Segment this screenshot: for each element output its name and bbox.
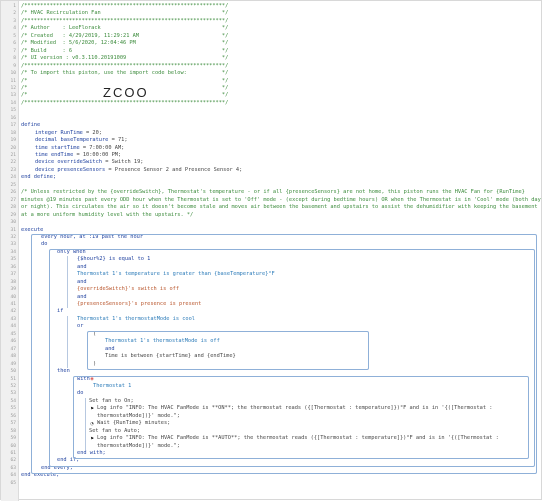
header-comment: /* HVAC Recirculation Fan */ [21, 10, 229, 17]
do-guide [85, 397, 86, 450]
header-comment: /* Build : 6 */ [21, 47, 229, 54]
statement-text: execute [21, 226, 44, 233]
header-comment: /* Author : LeeFlorack */ [21, 25, 229, 32]
header-comment: /***************************************… [21, 17, 229, 24]
if-condition-guide [67, 315, 68, 369]
define-end: end define; [21, 174, 56, 181]
description-line: at a more uniform humidity level with th… [21, 212, 193, 219]
description-comment: at a more uniform humidity level with th… [21, 211, 194, 218]
var-value: = Presence Sensor 2 and Presence Sensor … [105, 166, 243, 173]
header-comment: /* Created : 4/29/2019, 11:29:21 AM */ [21, 32, 229, 39]
header-comment: /***************************************… [21, 3, 229, 9]
var-value: = 71; [108, 137, 128, 144]
variable-declaration: decimal baseTemperature = 71; [35, 137, 128, 144]
header-line: /* To import this piston, use the import… [21, 70, 228, 77]
header-line: /* Modified : 5/6/2020, 12:04:46 PM */ [21, 40, 228, 47]
variable-declaration: integer RunTime = 20; [35, 130, 102, 137]
var-name: endTime [50, 152, 74, 158]
header-line: /***************************************… [21, 63, 228, 70]
var-name: RunTime [60, 129, 83, 136]
header-line: /* HVAC Recirculation Fan */ [21, 10, 228, 17]
var-type: device [35, 159, 55, 166]
code-area: /***************************************… [1, 1, 542, 501]
description-comment: or night). This circulates the air so it… [21, 204, 538, 211]
variable-declaration: time endTime = 10:00:00 PM; [35, 152, 121, 159]
header-line: /* */ [21, 78, 228, 85]
var-value: = 10:00:00 PM; [73, 152, 122, 158]
keyword: end define; [21, 174, 57, 181]
header-comment: /***************************************… [21, 99, 229, 106]
import-code: ZCOO [103, 85, 149, 100]
description-comment: /* Unless restricted by the {overrideSwi… [21, 189, 525, 196]
description-line: or night). This circulates the air so it… [21, 204, 538, 211]
piston-viewer: 1 2 3 4 5 6 7 8 9 10 11 12 13 14 15 16 17 18 19 20 21 22 23 24 2… [0, 0, 542, 501]
var-value: = 20; [82, 129, 102, 136]
var-name: baseTemperature [60, 137, 109, 144]
var-name: startTime [50, 144, 80, 151]
variable-declaration: time startTime = 7:00:00 AM; [35, 145, 124, 152]
var-value: = 7:00:00 AM; [79, 144, 125, 151]
header-line: /* Author : LeeFlorack */ [21, 25, 228, 32]
header-comment: /***************************************… [21, 62, 229, 69]
variable-declaration: device overrideSwitch = Switch 19; [35, 159, 143, 166]
var-name: presenceSensors [57, 166, 106, 173]
group-condition-outline [87, 330, 369, 371]
variable-declaration: device presenceSensors = Presence Sensor… [35, 167, 242, 174]
with-block-outline [73, 375, 529, 460]
header-line: /* Build : 6 */ [21, 48, 228, 55]
var-type: time [35, 152, 48, 158]
only-when-guide [67, 256, 68, 309]
header-line: /***************************************… [21, 100, 228, 107]
var-type: integer [35, 129, 58, 136]
var-type: decimal [35, 137, 58, 144]
description-line: minutes @19 minutes past every ODD hour … [21, 197, 541, 204]
header-comment: /* Modified : 5/6/2020, 12:04:46 PM */ [21, 40, 229, 47]
statement-line: execute [21, 227, 43, 234]
description-comment: minutes @19 minutes past every ODD hour … [21, 196, 541, 203]
header-comment: /* UI version : v0.3.110.20191009 */ [21, 55, 229, 62]
keyword: define [21, 122, 41, 129]
var-type: time [35, 144, 48, 151]
define-line: define [21, 122, 40, 129]
description-line: /* Unless restricted by the {overrideSwi… [21, 189, 525, 196]
var-value: = Switch 19; [102, 159, 144, 166]
header-line: /* UI version : v0.3.110.20191009 */ [21, 55, 228, 62]
header-line: /***************************************… [21, 3, 228, 10]
header-line: /***************************************… [21, 18, 228, 25]
header-comment: /* */ [21, 77, 229, 84]
header-comment: /* To import this piston, use the import… [21, 70, 229, 77]
var-name: overrideSwitch [57, 159, 102, 166]
var-type: device [35, 166, 55, 173]
header-line: /* Created : 4/29/2019, 11:29:21 AM */ [21, 33, 228, 40]
